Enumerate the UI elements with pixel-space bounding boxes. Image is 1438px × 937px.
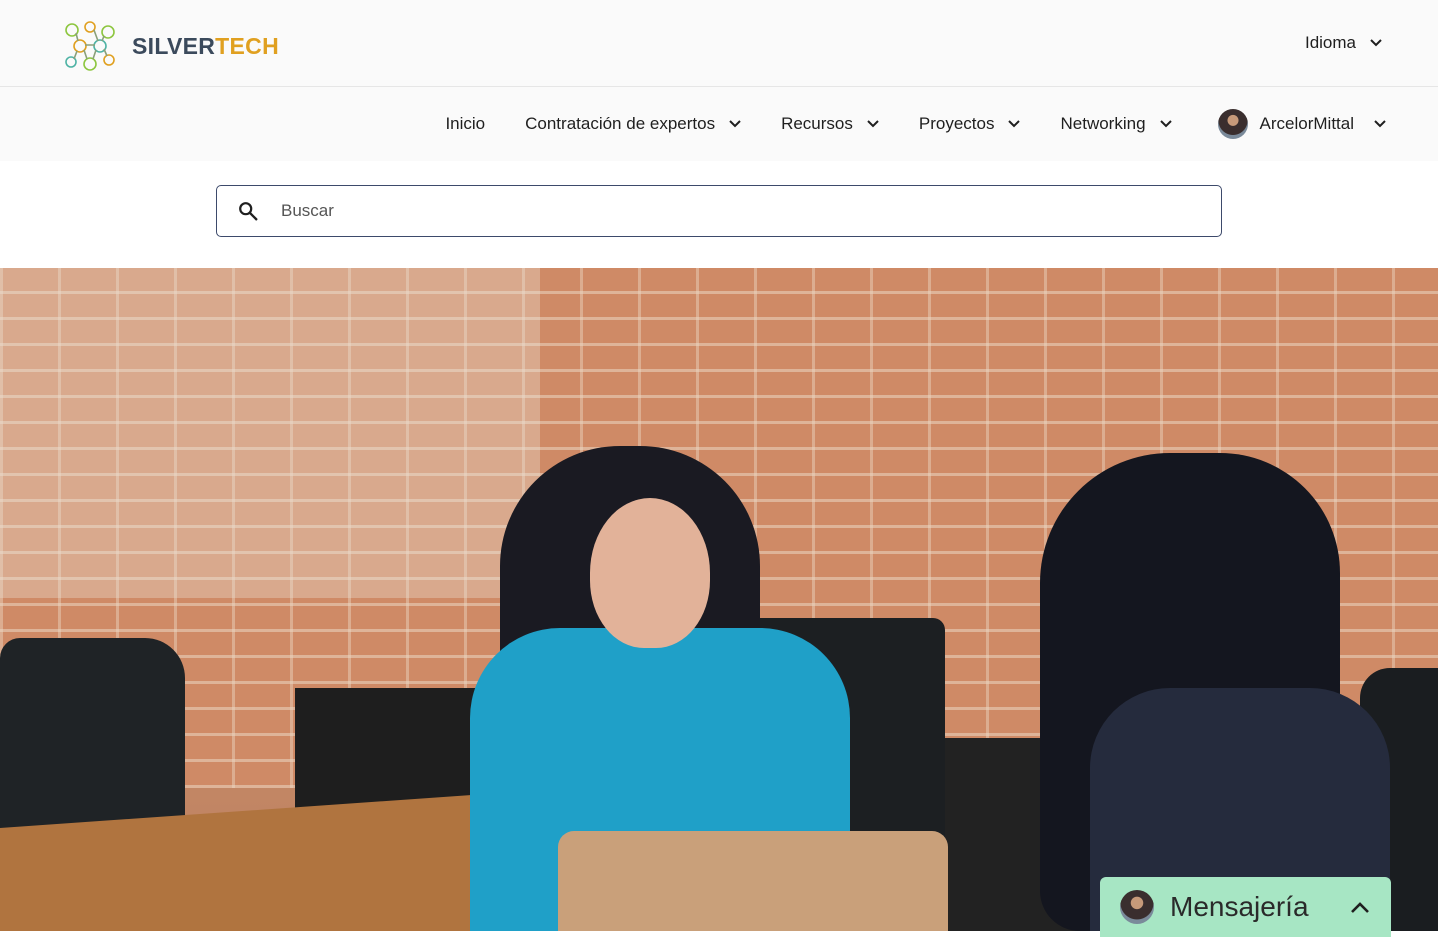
nav-item-label: Networking (1060, 114, 1146, 133)
messaging-panel-toggle[interactable]: Mensajería (1100, 877, 1391, 937)
chevron-down-icon (1374, 120, 1386, 128)
language-label: Idioma (1304, 33, 1356, 52)
logo[interactable]: SILVERTECH (62, 18, 279, 74)
main-nav: Inicio Contratación de expertos Recursos… (0, 87, 1438, 161)
search-input[interactable] (279, 200, 1183, 222)
avatar (1217, 109, 1248, 139)
user-name: ArcelorMittal (1259, 114, 1354, 133)
chevron-up-icon (1350, 901, 1369, 913)
two-women-meeting-photo (0, 268, 1438, 931)
search-box[interactable] (216, 185, 1222, 237)
nav-item-contratacion[interactable]: Contratación de expertos (525, 114, 741, 134)
chevron-down-icon (867, 120, 879, 128)
nav-item-label: Proyectos (918, 114, 995, 133)
search-section (0, 161, 1438, 268)
logo-text-tech: TECH (215, 32, 279, 59)
search-icon (239, 202, 258, 221)
nav-item-inicio[interactable]: Inicio (445, 114, 485, 134)
whiteboard (0, 268, 540, 598)
chevron-down-icon (1370, 39, 1382, 47)
user-menu[interactable]: ArcelorMittal (1217, 109, 1386, 139)
nav-item-recursos[interactable]: Recursos (781, 114, 879, 134)
logo-wordmark: SILVERTECH (132, 33, 279, 60)
woman-face (590, 498, 710, 648)
language-selector[interactable]: Idioma (1305, 33, 1382, 53)
laptop (558, 831, 948, 931)
nav-item-label: Recursos (781, 114, 853, 133)
nav-item-networking[interactable]: Networking (1060, 114, 1172, 134)
avatar (1120, 890, 1154, 924)
chevron-down-icon (1159, 120, 1172, 128)
top-bar: SILVERTECH Idioma (0, 0, 1438, 87)
messaging-label: Mensajería (1170, 891, 1309, 922)
nav-item-label: Inicio (445, 114, 486, 133)
network-people-icon (65, 21, 115, 71)
nav-item-label: Contratación de expertos (525, 114, 716, 133)
chevron-down-icon (1008, 120, 1021, 128)
chevron-down-icon (729, 120, 741, 128)
logo-text-silver: SILVER (132, 32, 216, 59)
nav-item-proyectos[interactable]: Proyectos (919, 114, 1021, 134)
